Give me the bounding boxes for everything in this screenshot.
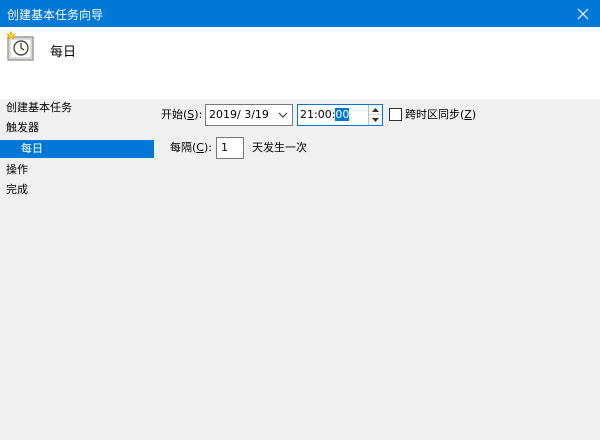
- start-date-value: 2019/ 3/19: [209, 108, 269, 121]
- title-bar: 创建基本任务向导: [0, 0, 600, 27]
- recur-hotkey: C: [196, 141, 204, 154]
- recur-days-value: 1: [221, 141, 228, 154]
- step-create-basic-task[interactable]: 创建基本任务: [0, 99, 154, 117]
- step-action[interactable]: 操作: [0, 161, 154, 179]
- page-title: 每日: [50, 45, 77, 60]
- time-seconds-selected: 00: [335, 108, 350, 121]
- spin-up-button[interactable]: [369, 105, 382, 115]
- step-finish[interactable]: 完成: [0, 181, 154, 199]
- start-label: 开始(S):: [161, 108, 203, 121]
- start-date-picker[interactable]: 2019/ 3/19: [205, 104, 293, 126]
- calendar-clock-icon: [5, 31, 34, 61]
- recur-suffix-label: 天发生一次: [252, 141, 307, 154]
- step-trigger[interactable]: 触发器: [0, 119, 154, 137]
- wizard-steps-sidebar: 创建基本任务 触发器 每日 操作 完成: [0, 99, 156, 440]
- sync-timezones-checkbox[interactable]: [389, 108, 402, 121]
- start-time-value[interactable]: 21:00:00: [300, 108, 350, 121]
- sync-timezones-label[interactable]: 跨时区同步(Z): [405, 106, 476, 124]
- recur-every-label: 每隔(C):: [170, 141, 212, 154]
- close-icon: [577, 8, 589, 19]
- wizard-header: 每日: [0, 27, 600, 99]
- caret-down-icon: [372, 118, 379, 122]
- caret-up-icon: [372, 107, 379, 112]
- start-time-picker[interactable]: 21:00:00: [297, 104, 383, 126]
- close-button[interactable]: [566, 0, 600, 27]
- window-title: 创建基本任务向导: [7, 8, 104, 22]
- sync-hotkey: Z: [464, 108, 472, 121]
- chevron-down-icon[interactable]: [276, 109, 290, 121]
- step-daily[interactable]: 每日: [0, 140, 154, 158]
- spin-down-button[interactable]: [369, 115, 382, 125]
- recur-days-input[interactable]: 1: [216, 137, 244, 159]
- time-spinner[interactable]: [368, 105, 382, 125]
